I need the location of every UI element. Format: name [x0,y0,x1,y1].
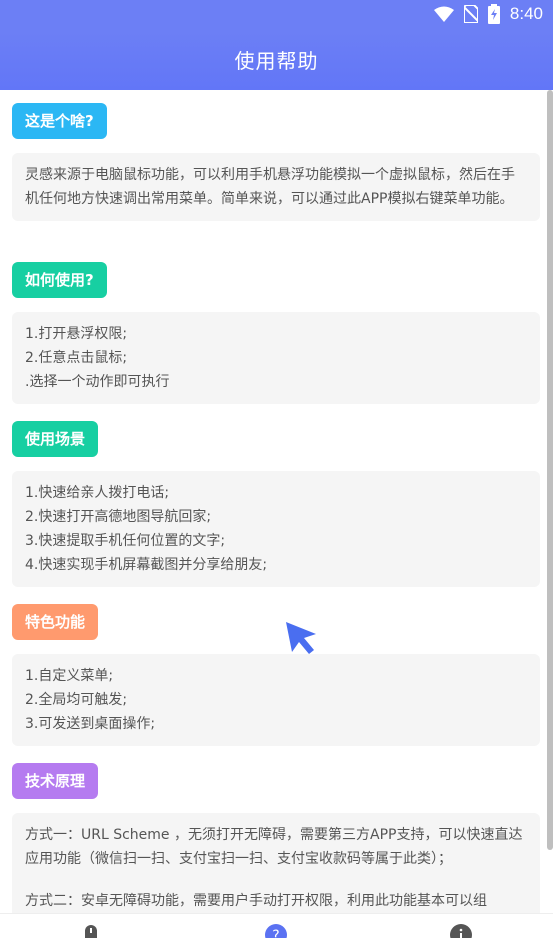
help-content[interactable]: 这是个啥? 灵感来源于电脑鼠标功能，可以利用手机悬浮功能模拟一个虚拟鼠标，然后在… [0,90,553,913]
status-time: 8:40 [509,4,543,23]
nav-mouse-icon[interactable] [80,924,102,938]
mouse-cursor-icon[interactable] [284,620,318,656]
card-line: 1.快速给亲人拨打电话; [25,485,170,501]
svg-text:?: ? [272,928,279,938]
section-card: 灵感来源于电脑鼠标功能，可以利用手机悬浮功能模拟一个虚拟鼠标，然后在手机任何地方… [12,153,540,221]
section-title: 特色功能 [12,604,99,640]
app-bar: 使用帮助 [0,32,553,90]
section-how: 如何使用? 1.打开悬浮权限; 2.任意点击鼠标; .选择一个动作即可执行 [12,262,540,404]
section-title: 技术原理 [12,763,99,799]
battery-charging-icon [487,4,500,24]
card-line: 1.打开悬浮权限; [25,326,128,342]
card-line: 2.任意点击鼠标; [25,350,128,366]
no-sim-icon [463,5,478,23]
card-line: 方式一：URL Scheme ，无须打开无障碍，需要第三方APP支持，可以快速直… [25,827,523,867]
section-title: 这是个啥? [12,103,107,139]
section-card: 1.自定义菜单; 2.全局均可触发; 3.可发送到桌面操作; [12,654,540,746]
card-line: 3.可发送到桌面操作; [25,716,156,732]
status-bar: 8:40 [0,0,553,32]
card-line: 4.快速实现手机屏幕截图并分享给朋友; [25,557,268,573]
card-line: .选择一个动作即可执行 [25,374,170,390]
nav-help-icon[interactable]: ? [265,924,287,938]
section-principle: 技术原理 方式一：URL Scheme ，无须打开无障碍，需要第三方APP支持，… [12,763,540,913]
bottom-navigation: ? [0,913,553,938]
section-what: 这是个啥? 灵感来源于电脑鼠标功能，可以利用手机悬浮功能模拟一个虚拟鼠标，然后在… [12,103,540,221]
section-features: 特色功能 1.自定义菜单; 2.全局均可触发; 3.可发送到桌面操作; [12,604,540,746]
section-title: 使用场景 [12,421,99,457]
scrollbar[interactable] [547,90,553,850]
card-line: 1.自定义菜单; [25,668,114,684]
section-card: 1.打开悬浮权限; 2.任意点击鼠标; .选择一个动作即可执行 [12,312,540,404]
wifi-icon [433,6,454,22]
section-title: 如何使用? [12,262,107,298]
card-line: 2.快速打开高德地图导航回家; [25,509,212,525]
section-scenarios: 使用场景 1.快速给亲人拨打电话; 2.快速打开高德地图导航回家; 3.快速提取… [12,421,540,587]
card-line: 方式二：安卓无障碍功能，需要用户手动打开权限，利用此功能基本可以组 [25,893,487,909]
section-card: 方式一：URL Scheme ，无须打开无障碍，需要第三方APP支持，可以快速直… [12,813,540,913]
page-title: 使用帮助 [234,49,319,73]
nav-info-icon[interactable] [450,924,472,938]
card-line: 3.快速提取手机任何位置的文字; [25,533,226,549]
card-line: 2.全局均可触发; [25,692,128,708]
card-text: 灵感来源于电脑鼠标功能，可以利用手机悬浮功能模拟一个虚拟鼠标，然后在手机任何地方… [25,167,515,207]
section-card: 1.快速给亲人拨打电话; 2.快速打开高德地图导航回家; 3.快速提取手机任何位… [12,471,540,587]
